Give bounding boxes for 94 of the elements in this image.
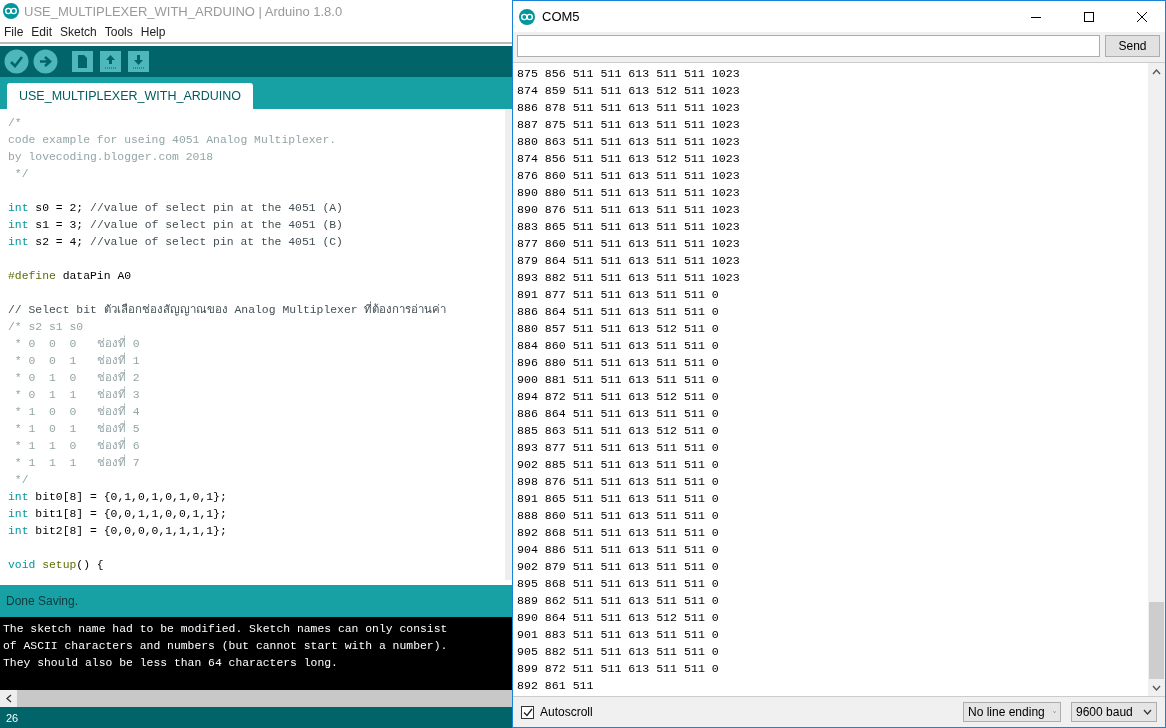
code-line: /* s2 s1 s0 xyxy=(8,320,85,335)
serial-output-line: 886 864 511 511 613 511 511 0 xyxy=(517,406,720,422)
serial-output-line: 874 856 511 511 613 512 511 1023 xyxy=(517,151,741,167)
serial-output-line: 891 865 511 511 613 511 511 0 xyxy=(517,491,720,507)
serial-output-line: 894 872 511 511 613 512 511 0 xyxy=(517,389,720,405)
status-message: Done Saving. xyxy=(6,594,79,608)
chevron-up-icon xyxy=(1152,68,1161,75)
menu-item[interactable]: Sketch xyxy=(60,25,97,39)
editor-tab[interactable]: USE_MULTIPLEXER_WITH_ARDUINO xyxy=(7,83,254,109)
serial-output-line: 887 875 511 511 613 511 511 1023 xyxy=(517,117,741,133)
code-line: int bit2[8] = {0,0,0,0,1,1,1,1}; xyxy=(8,524,228,539)
serial-output-line: 886 864 511 511 613 511 511 0 xyxy=(517,304,720,320)
baud-rate-dropdown[interactable]: 9600 baud xyxy=(1071,702,1157,722)
line-ending-dropdown[interactable]: No line ending xyxy=(963,702,1061,722)
scrollbar-thumb[interactable] xyxy=(1149,602,1164,679)
code-line: /* xyxy=(8,116,23,131)
serial-output-line: 904 886 511 511 613 511 511 0 xyxy=(517,542,720,558)
save-arrow-down-icon[interactable] xyxy=(126,49,150,74)
serial-output-line: 890 880 511 511 613 511 511 1023 xyxy=(517,185,741,201)
window-title: USE_MULTIPLEXER_WITH_ARDUINO | Arduino 1.8.0 xyxy=(24,3,343,19)
serial-output-line: 874 859 511 511 613 512 511 1023 xyxy=(517,83,741,99)
code-line: void setup() { xyxy=(8,558,105,573)
serial-output-line: 898 876 511 511 613 511 511 0 xyxy=(517,474,720,490)
chevron-left-icon xyxy=(5,694,12,703)
send-button[interactable]: Send xyxy=(1105,35,1160,57)
serial-output-line: 888 860 511 511 613 511 511 0 xyxy=(517,508,720,524)
menu-item[interactable]: Edit xyxy=(31,25,53,39)
arduino-logo-icon xyxy=(519,8,535,25)
code-line: */ xyxy=(13,473,30,488)
autoscroll-checkbox[interactable] xyxy=(521,705,534,719)
code-line: */ xyxy=(13,167,30,182)
serial-output-line: 893 877 511 511 613 511 511 0 xyxy=(517,440,720,456)
serial-output-line: 886 878 511 511 613 511 511 1023 xyxy=(517,100,741,116)
open-arrow-up-icon[interactable] xyxy=(98,49,122,74)
menu-item[interactable]: Help xyxy=(140,25,166,39)
serial-output-line: 890 864 511 511 613 512 511 0 xyxy=(517,610,720,626)
code-line: int bit1[8] = {0,0,1,1,0,0,1,1}; xyxy=(8,507,228,522)
serial-output-line: 905 882 511 511 613 511 511 0 xyxy=(517,644,720,660)
code-line: * 1 1 1 ช่องที่ 7 xyxy=(8,455,505,472)
code-line: code example for useing 4051 Analog Multiplexer. xyxy=(8,133,338,148)
serial-output-line: 896 880 511 511 613 511 511 0 xyxy=(517,355,720,371)
serial-output-line: 880 863 511 511 613 511 511 1023 xyxy=(517,134,741,150)
serial-output-line: 895 868 511 511 613 511 511 0 xyxy=(517,576,720,592)
serial-output-line: 875 856 511 511 613 511 511 1023 xyxy=(517,66,741,82)
serial-output-line: 893 882 511 511 613 511 511 1023 xyxy=(517,270,741,286)
caret-down-icon xyxy=(1143,709,1152,715)
serial-output-line: 891 877 511 511 613 511 511 0 xyxy=(517,287,720,303)
serial-output-line: 902 885 511 511 613 511 511 0 xyxy=(517,457,720,473)
code-line: by lovecoding.blogger.com 2018 xyxy=(8,150,215,165)
serial-output-line: 877 860 511 511 613 511 511 1023 xyxy=(517,236,741,252)
console-line: They should also be less than 64 characters long. xyxy=(3,656,339,671)
window-title: COM5 xyxy=(542,9,581,24)
serial-output-line: 902 879 511 511 613 511 511 0 xyxy=(517,559,720,575)
serial-output-line: 889 862 511 511 613 511 511 0 xyxy=(517,593,720,609)
serial-output-line: 892 868 511 511 613 511 511 0 xyxy=(517,525,720,541)
menu-item[interactable]: File xyxy=(4,25,24,39)
code-line: int bit0[8] = {0,1,0,1,0,1,0,1}; xyxy=(8,490,228,505)
console-line: of ASCII characters and numbers (but cannot start with a number). xyxy=(3,639,449,654)
line-number: 26 xyxy=(6,711,19,724)
scroll-left-button[interactable] xyxy=(0,690,17,707)
code-line: * 0 1 0 ช่องที่ 2 xyxy=(8,370,505,387)
serial-output-line: 883 865 511 511 613 511 511 1023 xyxy=(517,219,741,235)
close-icon xyxy=(1137,11,1147,22)
verify-check-icon[interactable] xyxy=(4,49,29,74)
console-line: The sketch name had to be modified. Sketch names can only consist xyxy=(3,622,449,637)
serial-output-line: 876 860 511 511 613 511 511 1023 xyxy=(517,168,741,184)
code-line: * 1 1 0 ช่องที่ 6 xyxy=(8,438,505,455)
chevron-down-icon xyxy=(1152,684,1161,691)
code-line: * 0 0 0 ช่องที่ 0 xyxy=(8,336,505,353)
serial-output-line: 899 872 511 511 613 511 511 0 xyxy=(517,661,720,677)
menu-item[interactable]: Tools xyxy=(104,25,133,39)
code-line: * 0 0 1 ช่องที่ 1 xyxy=(8,353,505,370)
serial-output-line: 892 861 511 xyxy=(517,678,595,694)
maximize-icon xyxy=(1084,11,1094,22)
serial-output-line: 879 864 511 511 613 511 511 1023 xyxy=(517,253,741,269)
serial-output-line: 885 863 511 511 613 512 511 0 xyxy=(517,423,720,439)
serial-output-line: 900 881 511 511 613 511 511 0 xyxy=(517,372,720,388)
code-line: * 1 0 1 ช่องที่ 5 xyxy=(8,421,505,438)
arduino-logo-icon xyxy=(3,3,19,19)
serial-output-line: 884 860 511 511 613 511 511 0 xyxy=(517,338,720,354)
checkbox-label: Autoscroll xyxy=(540,705,594,719)
code-line: int s2 = 4; //value of select pin at the 4051 (C) xyxy=(8,235,344,250)
code-line: // Select bit ตัวเลือกช่องสัญญาณของ Analog Multiplexer ที่ต้องการอ่านค่า xyxy=(8,302,505,319)
checkmark-icon xyxy=(522,707,533,717)
serial-output-line: 880 857 511 511 613 512 511 0 xyxy=(517,321,720,337)
serial-output-line: 890 876 511 511 613 511 511 1023 xyxy=(517,202,741,218)
code-line: * 1 0 0 ช่องที่ 4 xyxy=(8,404,505,421)
code-line: #define dataPin A0 xyxy=(8,269,133,284)
code-line: int s0 = 2; //value of select pin at the 4051 (A) xyxy=(8,201,344,216)
code-line: * 0 1 1 ช่องที่ 3 xyxy=(8,387,505,404)
code-line: int s1 = 3; //value of select pin at the 4051 (B) xyxy=(8,218,344,233)
serial-output-line: 901 883 511 511 613 511 511 0 xyxy=(517,627,720,643)
message-input-field[interactable] xyxy=(517,35,1100,57)
new-file-icon[interactable] xyxy=(70,49,94,74)
